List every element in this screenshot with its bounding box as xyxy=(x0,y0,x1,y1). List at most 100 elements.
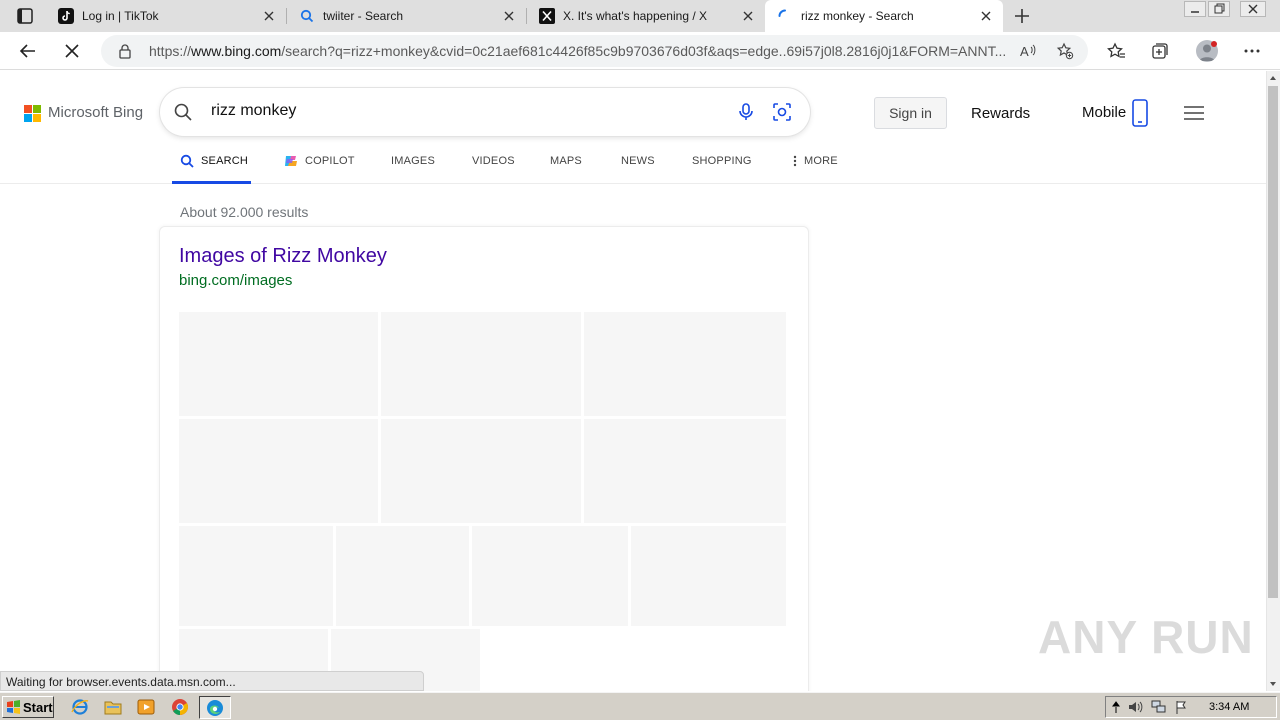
more-dots-icon xyxy=(792,155,798,167)
windows-logo-icon xyxy=(6,700,21,714)
url-path: /search?q=rizz+monkey&cvid=0c21aef681c44… xyxy=(281,43,1007,59)
minimize-button[interactable] xyxy=(1184,1,1206,17)
images-answer-card: Images of Rizz Monkey bing.com/images xyxy=(159,226,809,691)
status-bubble: Waiting for browser.events.data.msn.com.… xyxy=(0,671,424,691)
scope-label: COPILOT xyxy=(305,155,355,167)
collections-icon[interactable] xyxy=(1150,41,1170,61)
image-thumbnail-placeholder[interactable] xyxy=(584,312,786,416)
image-thumbnail-placeholder[interactable] xyxy=(631,526,786,626)
microsoft-logo-icon xyxy=(24,105,42,123)
tab-actions-icon[interactable] xyxy=(8,6,40,26)
tab-title: twiiter - Search xyxy=(323,9,404,23)
svg-text:A: A xyxy=(1020,44,1029,59)
mobile-link[interactable]: Mobile xyxy=(1082,104,1126,121)
show-hidden-icons-icon[interactable] xyxy=(1111,700,1121,714)
tab-tiktok[interactable]: Log in | TikTok xyxy=(46,0,286,32)
scope-label: VIDEOS xyxy=(472,155,515,167)
volume-icon[interactable] xyxy=(1128,700,1144,714)
system-tray xyxy=(1105,696,1277,718)
back-arrow-icon[interactable] xyxy=(18,41,38,61)
x-icon xyxy=(539,8,555,24)
url-scheme: https:// xyxy=(149,43,192,59)
image-thumbnail-placeholder[interactable] xyxy=(179,419,378,523)
browser-toolbar: https://www.bing.com/search?q=rizz+monke… xyxy=(0,32,1280,70)
windows-taskbar: Start 3:34 AM xyxy=(0,692,1280,720)
images-card-url[interactable]: bing.com/images xyxy=(179,272,292,289)
close-icon[interactable] xyxy=(979,9,993,23)
favorites-icon[interactable] xyxy=(1106,41,1126,61)
more-options-icon[interactable] xyxy=(1242,41,1262,61)
image-thumbnail-placeholder[interactable] xyxy=(179,526,333,626)
edge-icon xyxy=(206,699,224,717)
read-aloud-icon[interactable]: A xyxy=(1020,43,1038,59)
hamburger-menu-icon[interactable] xyxy=(1183,105,1205,121)
scope-shopping[interactable]: SHOPPING xyxy=(692,153,754,184)
add-favorite-icon[interactable] xyxy=(1056,42,1074,60)
media-player-icon[interactable] xyxy=(137,698,155,716)
lock-icon[interactable] xyxy=(117,43,133,59)
scope-videos[interactable]: VIDEOS xyxy=(472,153,517,184)
scope-images[interactable]: IMAGES xyxy=(391,153,436,184)
microphone-icon[interactable] xyxy=(736,102,756,122)
search-icon[interactable] xyxy=(173,102,193,122)
search-box[interactable]: rizz monkey xyxy=(160,88,810,136)
tab-strip: Log in | TikTok twiiter - Search X. It's… xyxy=(0,0,1280,32)
tab-twiiter-search[interactable]: twiiter - Search xyxy=(287,0,526,32)
images-card-title[interactable]: Images of Rizz Monkey xyxy=(179,245,387,268)
edge-taskbar-button[interactable] xyxy=(199,696,231,719)
logo-square xyxy=(33,105,41,113)
restore-button[interactable] xyxy=(1208,1,1230,17)
scroll-up-arrow-icon[interactable] xyxy=(1266,71,1280,85)
start-label: Start xyxy=(23,700,53,715)
scope-maps[interactable]: MAPS xyxy=(550,153,590,184)
scroll-down-arrow-icon[interactable] xyxy=(1266,677,1280,691)
network-icon[interactable] xyxy=(1151,700,1167,714)
image-thumbnail-placeholder[interactable] xyxy=(179,312,378,416)
scrollbar-thumb[interactable] xyxy=(1268,86,1278,598)
image-thumbnail-placeholder[interactable] xyxy=(336,526,469,626)
loading-icon xyxy=(777,8,793,24)
scope-news[interactable]: NEWS xyxy=(621,153,661,184)
stop-loading-icon[interactable] xyxy=(62,41,82,61)
tab-title: X. It's what's happening / X xyxy=(563,9,707,23)
search-icon xyxy=(299,8,315,24)
mobile-phone-icon[interactable] xyxy=(1132,99,1148,127)
logo-square xyxy=(24,105,32,113)
anyrun-watermark: ANY RUN xyxy=(1038,611,1254,663)
scope-label: SHOPPING xyxy=(692,155,752,167)
tab-title: rizz monkey - Search xyxy=(801,9,914,23)
scope-label: NEWS xyxy=(621,155,655,167)
search-icon xyxy=(180,154,194,168)
search-input[interactable]: rizz monkey xyxy=(211,102,296,120)
scope-more[interactable]: MORE xyxy=(792,153,842,184)
taskbar-clock[interactable]: 3:34 AM xyxy=(1209,701,1249,713)
url-domain: www.bing.com xyxy=(191,43,282,59)
file-explorer-icon[interactable] xyxy=(104,698,122,716)
start-button[interactable]: Start xyxy=(2,696,54,718)
visual-search-icon[interactable] xyxy=(771,101,793,123)
close-icon[interactable] xyxy=(741,9,755,23)
tab-x[interactable]: X. It's what's happening / X xyxy=(527,0,765,32)
new-tab-plus-icon[interactable] xyxy=(1012,6,1032,26)
sign-in-button[interactable]: Sign in xyxy=(874,97,947,129)
image-thumbnail-placeholder[interactable] xyxy=(472,526,628,626)
bing-results-page: Microsoft Bing rizz monkey Sign in Rewar… xyxy=(0,71,1266,691)
address-bar[interactable]: https://www.bing.com/search?q=rizz+monke… xyxy=(101,35,1088,67)
copilot-icon xyxy=(283,153,299,169)
scope-search[interactable]: SEARCH xyxy=(172,153,251,184)
logo-square xyxy=(24,114,32,122)
close-window-button[interactable] xyxy=(1240,1,1266,17)
close-icon[interactable] xyxy=(262,9,276,23)
tab-rizz-monkey-search[interactable]: rizz monkey - Search xyxy=(765,0,1003,32)
scope-copilot[interactable]: COPILOT xyxy=(283,153,355,184)
chrome-icon[interactable] xyxy=(171,698,189,716)
image-thumbnail-placeholder[interactable] xyxy=(381,419,581,523)
address-url[interactable]: https://www.bing.com/search?q=rizz+monke… xyxy=(149,43,1017,59)
close-icon[interactable] xyxy=(502,9,516,23)
rewards-link[interactable]: Rewards xyxy=(971,105,1030,122)
internet-explorer-icon[interactable] xyxy=(71,698,89,716)
brand-name: Microsoft Bing xyxy=(48,104,144,121)
image-thumbnail-placeholder[interactable] xyxy=(584,419,786,523)
image-thumbnail-placeholder[interactable] xyxy=(381,312,581,416)
action-center-flag-icon[interactable] xyxy=(1175,700,1189,714)
